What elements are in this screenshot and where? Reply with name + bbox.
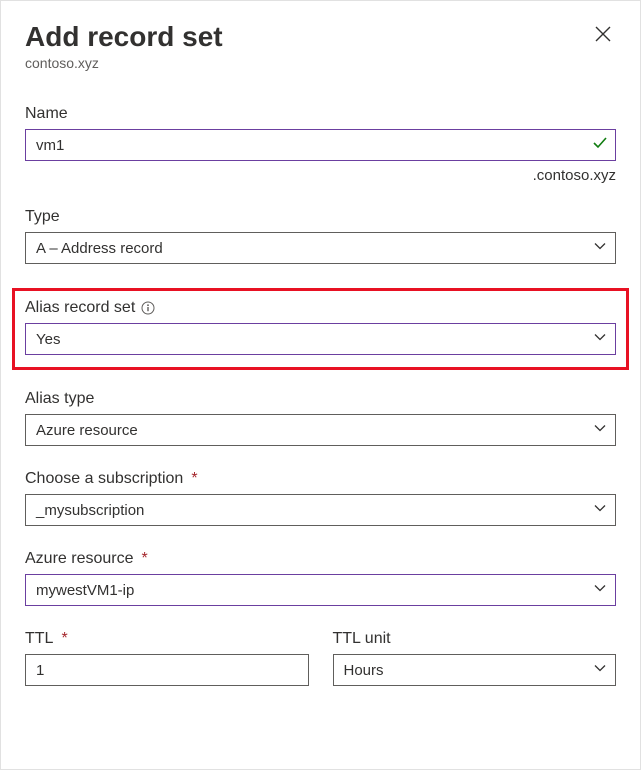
- type-group: Type A – Address record: [25, 208, 616, 264]
- ttl-unit-select[interactable]: Hours: [333, 654, 617, 686]
- name-label: Name: [25, 105, 616, 123]
- subscription-group: Choose a subscription * _mysubscription: [25, 470, 616, 526]
- ttl-label-text: TTL: [25, 630, 53, 648]
- page-title: Add record set: [25, 21, 223, 53]
- ttl-group: TTL *: [25, 630, 309, 686]
- chevron-down-icon: [593, 421, 607, 440]
- alias-record-set-group: Alias record set Yes: [25, 299, 616, 355]
- chevron-down-icon: [593, 581, 607, 600]
- info-icon[interactable]: [141, 301, 155, 315]
- alias-record-set-select[interactable]: Yes: [25, 323, 616, 355]
- alias-type-group: Alias type Azure resource: [25, 390, 616, 446]
- ttl-unit-label: TTL unit: [333, 630, 617, 648]
- type-value: A – Address record: [36, 240, 583, 257]
- chevron-down-icon: [593, 661, 607, 680]
- azure-resource-select[interactable]: mywestVM1-ip: [25, 574, 616, 606]
- subscription-label-text: Choose a subscription: [25, 470, 183, 488]
- name-group: Name .contoso.xyz: [25, 105, 616, 184]
- name-input[interactable]: [25, 129, 616, 161]
- subscription-label: Choose a subscription *: [25, 470, 616, 488]
- required-marker: *: [142, 550, 148, 568]
- azure-resource-value: mywestVM1-ip: [36, 582, 583, 599]
- alias-type-select[interactable]: Azure resource: [25, 414, 616, 446]
- alias-record-set-highlight: Alias record set Yes: [12, 288, 629, 370]
- ttl-unit-value: Hours: [344, 662, 584, 679]
- check-icon: [592, 135, 608, 156]
- ttl-label: TTL *: [25, 630, 309, 648]
- required-marker: *: [61, 630, 67, 648]
- azure-resource-label: Azure resource *: [25, 550, 616, 568]
- azure-resource-label-text: Azure resource: [25, 550, 134, 568]
- ttl-unit-group: TTL unit Hours: [333, 630, 617, 686]
- subscription-select[interactable]: _mysubscription: [25, 494, 616, 526]
- required-marker: *: [191, 470, 197, 488]
- alias-record-set-value: Yes: [36, 331, 583, 348]
- close-button[interactable]: [590, 21, 616, 47]
- alias-record-set-label-text: Alias record set: [25, 299, 135, 317]
- chevron-down-icon: [593, 239, 607, 258]
- subscription-value: _mysubscription: [36, 502, 583, 519]
- close-icon: [594, 25, 612, 43]
- type-label: Type: [25, 208, 616, 226]
- azure-resource-group: Azure resource * mywestVM1-ip: [25, 550, 616, 606]
- chevron-down-icon: [593, 501, 607, 520]
- alias-type-label: Alias type: [25, 390, 616, 408]
- alias-type-value: Azure resource: [36, 422, 583, 439]
- page-subtitle: contoso.xyz: [25, 55, 616, 71]
- chevron-down-icon: [593, 330, 607, 349]
- ttl-input[interactable]: [25, 654, 309, 686]
- ttl-row: TTL * TTL unit Hours: [25, 630, 616, 686]
- alias-record-set-label: Alias record set: [25, 299, 616, 317]
- name-suffix: .contoso.xyz: [25, 167, 616, 184]
- type-select[interactable]: A – Address record: [25, 232, 616, 264]
